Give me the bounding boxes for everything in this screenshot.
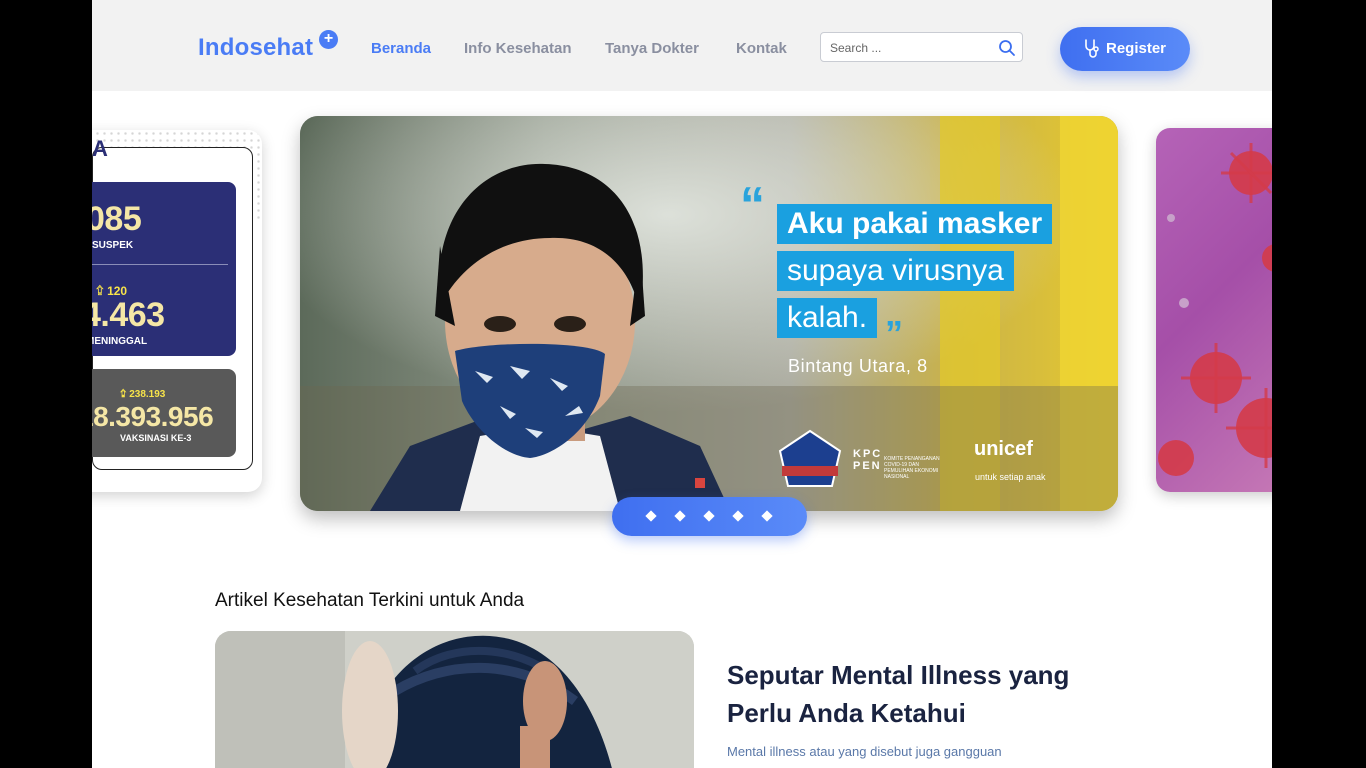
hero-banner-slide[interactable]: “ Aku pakai masker supaya virusnya kalah…: [300, 116, 1118, 511]
carousel-indicator: [612, 497, 807, 536]
article-photo: [215, 631, 694, 768]
suspek-value: 085: [92, 200, 142, 238]
vaksin-label: VAKSINASI KE-3: [120, 433, 192, 443]
register-label: Register: [1106, 40, 1167, 57]
red-marker: [695, 478, 705, 488]
stats-box-suspek-meninggal: 085 SUSPEK ⮸ 120 4.463 MENINGGAL: [92, 182, 236, 356]
carousel-dot-1[interactable]: [645, 510, 657, 522]
search-icon[interactable]: [998, 39, 1016, 57]
logo[interactable]: Indosehat: [198, 34, 313, 62]
unicef-tagline: untuk setiap anak: [975, 472, 1046, 482]
vaksin-value: 18.393.956: [92, 401, 214, 432]
nav-info-kesehatan[interactable]: Info Kesehatan: [464, 40, 572, 57]
quote-close-icon: ”: [885, 313, 903, 354]
covid-stats-slide[interactable]: A 085 SUSPEK ⮸ 120 4.463 MENINGGAL ⮸ 238…: [92, 130, 262, 492]
register-button[interactable]: Register: [1060, 27, 1190, 71]
suspek-label: SUSPEK: [92, 240, 134, 251]
search-input[interactable]: [830, 39, 990, 57]
carousel-dot-5[interactable]: [761, 510, 773, 522]
chevron-up-icon: ⮸: [120, 389, 127, 400]
meninggal-value: 4.463: [92, 296, 165, 334]
vaksin-increase-value: 238.193: [129, 389, 166, 400]
stethoscope-icon: [1085, 39, 1099, 58]
unicef-logo: unicef: [974, 438, 1033, 460]
logo-plus-icon: +: [319, 30, 338, 49]
stats-corner-letter: A: [92, 136, 108, 161]
carousel-dot-2[interactable]: [674, 510, 686, 522]
quote-line-3: kalah.: [777, 298, 878, 338]
quote-open-icon: “: [740, 177, 765, 233]
meninggal-label: MENINGGAL: [92, 336, 148, 347]
virus-image: [1158, 143, 1272, 476]
quote-line-2: supaya virusnya: [777, 251, 1014, 291]
section-title: Artikel Kesehatan Terkini untuk Anda: [215, 590, 525, 611]
article-excerpt: Mental illness atau yang disebut juga ga…: [727, 744, 1002, 759]
nav-tanya-dokter[interactable]: Tanya Dokter: [605, 40, 699, 57]
top-navbar: Indosehat + Beranda Info Kesehatan Tanya…: [92, 0, 1272, 91]
stats-divider: [92, 264, 228, 265]
nav-beranda[interactable]: Beranda: [371, 40, 431, 57]
carousel-dot-3[interactable]: [703, 510, 715, 522]
kpcpen-logo: KPC PEN: [853, 448, 883, 472]
article-image[interactable]: [215, 631, 694, 768]
stats-box-vaksinasi: ⮸ 238.193 18.393.956 VAKSINASI KE-3: [92, 369, 236, 457]
search-box: [820, 32, 1023, 62]
article-title[interactable]: Seputar Mental Illness yang Perlu Anda K…: [727, 656, 1127, 732]
virus-slide[interactable]: [1156, 128, 1272, 492]
kpcpen-subtitle: KOMITE PENANGANAN COVID-19 DAN PEMULIHAN…: [884, 456, 940, 480]
quote-author: Bintang Utara, 8: [788, 356, 928, 376]
page: Indosehat + Beranda Info Kesehatan Tanya…: [92, 0, 1272, 768]
nav-kontak[interactable]: Kontak: [736, 40, 787, 57]
quote-line-1: Aku pakai masker: [777, 204, 1053, 244]
carousel-dot-4[interactable]: [732, 510, 744, 522]
